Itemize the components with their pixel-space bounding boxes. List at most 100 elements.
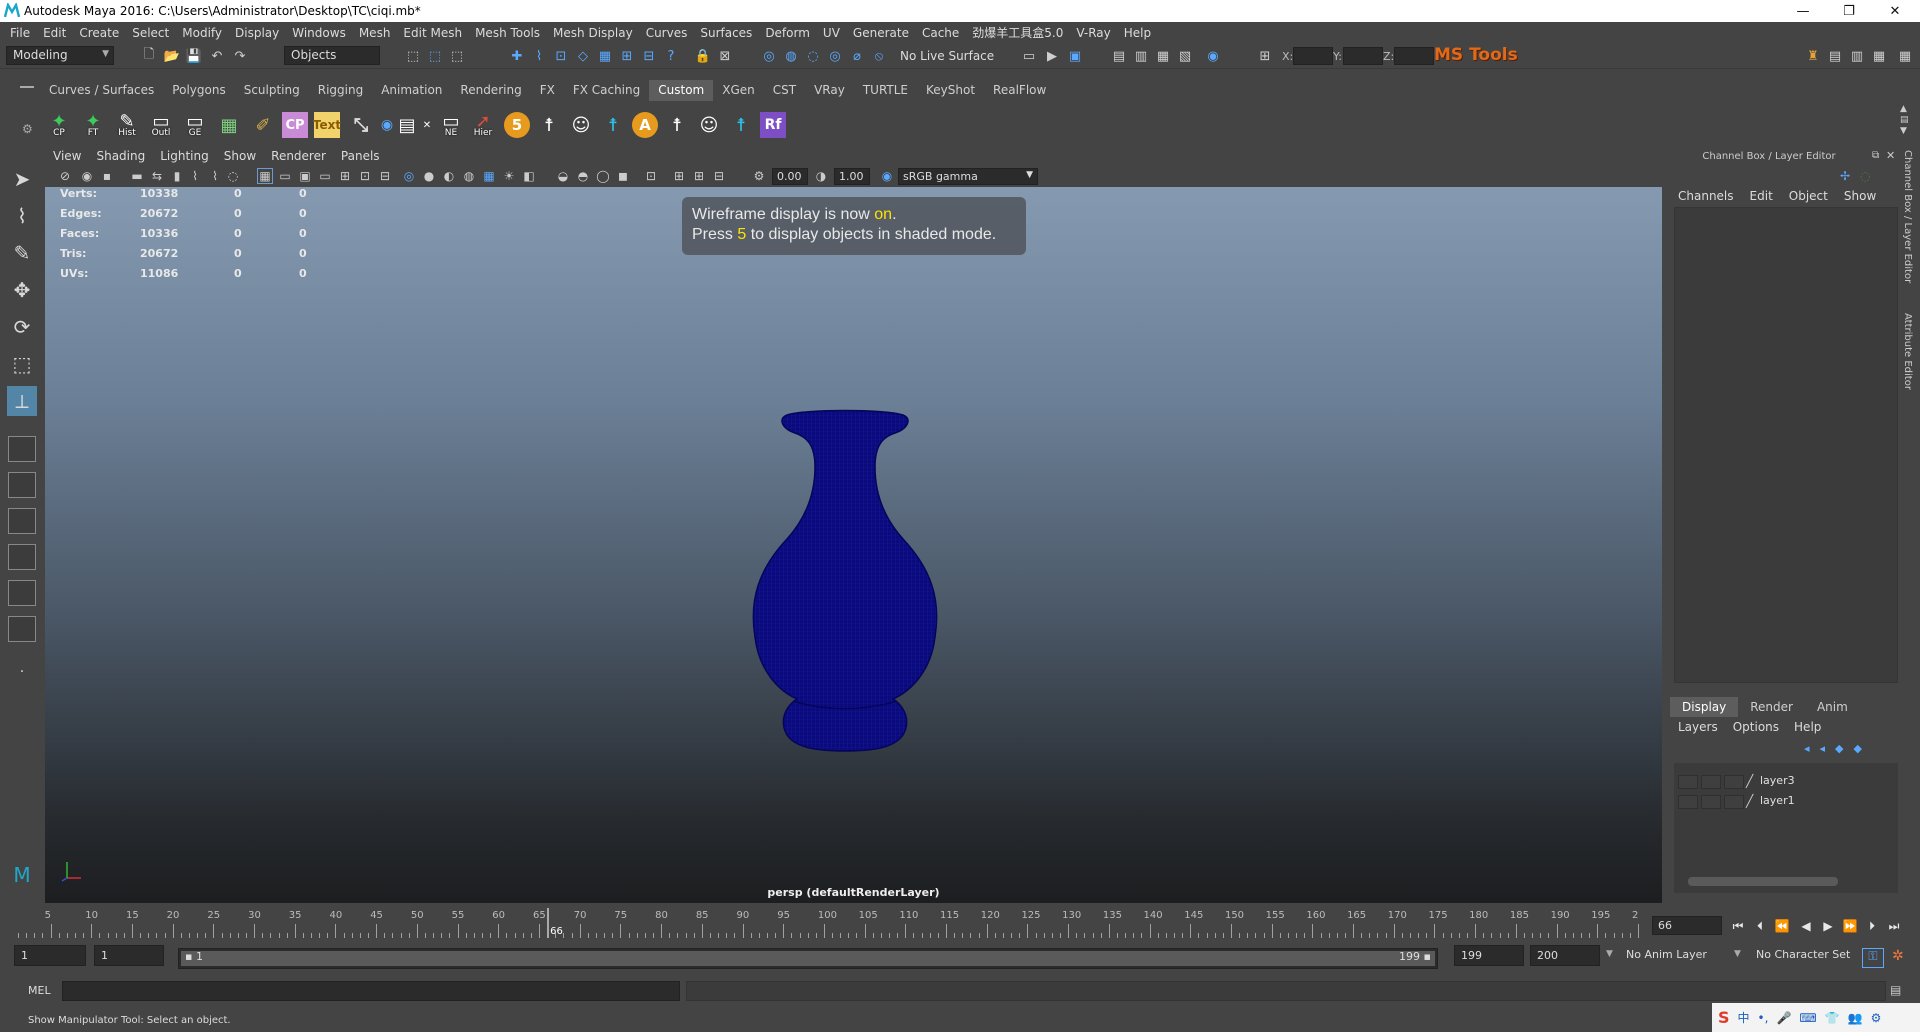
scale-tool-icon[interactable]: ⬚ [7, 349, 37, 379]
anim-layer-dropdown[interactable]: No Anim Layer [1620, 945, 1740, 966]
shelf-5-button[interactable]: 5 [502, 104, 532, 138]
layer-playback-toggle[interactable] [1701, 795, 1721, 809]
query-icon[interactable]: ? [662, 47, 680, 65]
layer-display-type-toggle[interactable] [1724, 775, 1744, 789]
shelf-outl-button[interactable]: ▭ Outl [146, 104, 176, 139]
menu-vray[interactable]: V-Ray [1076, 26, 1110, 40]
menu-generate[interactable]: Generate [853, 26, 909, 40]
selection-mode-dropdown[interactable]: Objects [284, 46, 380, 65]
camera-icon[interactable]: ▶ [1043, 47, 1061, 65]
sogou-ime-icon[interactable]: S [1718, 1008, 1730, 1027]
menu-select[interactable]: Select [132, 26, 169, 40]
menu-mesh-display[interactable]: Mesh Display [553, 26, 633, 40]
character-set-dropdown[interactable]: No Character Set [1750, 945, 1870, 966]
open-scene-icon[interactable]: 📂 [163, 47, 181, 65]
menu-curves[interactable]: Curves [646, 26, 688, 40]
playback-start-field[interactable]: 1 [94, 945, 164, 966]
ms-tools-logo[interactable]: MS Tools [1434, 45, 1518, 65]
snap-grid-icon[interactable]: ✚ [508, 47, 526, 65]
xray-active-icon[interactable]: ⊟ [711, 168, 727, 184]
y-field[interactable] [1343, 47, 1383, 65]
viewport-menu-show[interactable]: Show [224, 149, 256, 165]
layer-display-type-toggle[interactable] [1724, 795, 1744, 809]
menu-file[interactable]: File [10, 26, 30, 40]
shelf-face-button[interactable]: ☺ [566, 104, 596, 138]
colorspace-dropdown[interactable]: sRGB gamma ▼ [898, 168, 1038, 185]
xray-icon[interactable]: ⊞ [671, 168, 687, 184]
redo-icon[interactable]: ↷ [231, 47, 249, 65]
shelf-text-button[interactable]: Text [312, 104, 342, 138]
shelf-tab-animation[interactable]: Animation [372, 80, 451, 101]
shelf-settings-icon[interactable]: ⚙ [22, 122, 33, 136]
shelf-ft-button[interactable]: ✦ FT [78, 104, 108, 139]
shelf-cp2-button[interactable]: CP [280, 104, 310, 138]
shelf-tab-realflow[interactable]: RealFlow [984, 80, 1055, 101]
persp-hypershade-layout-icon[interactable] [8, 580, 36, 606]
layer-row[interactable]: ╱ layer1 [1674, 793, 1898, 811]
default-material-icon[interactable]: ◐ [441, 168, 457, 184]
close-panel-icon[interactable]: ✕ [1886, 149, 1895, 162]
perspective-viewport[interactable]: Verts: 10338 0 0 Edges: 20672 0 0 Faces: 10336 0… [45, 187, 1662, 903]
scene-end-field[interactable]: 200 [1530, 945, 1600, 966]
gate-mask-icon[interactable]: ▭ [317, 168, 333, 184]
antialias-icon[interactable]: ◯ [595, 168, 611, 184]
chevron-down-icon[interactable]: ▼ [1734, 949, 1741, 959]
film-gate-icon[interactable]: ▭ [277, 168, 293, 184]
grid-icon[interactable]: ⌇ [207, 168, 223, 184]
layer-scrollbar[interactable] [1688, 877, 1838, 886]
shelf-tab-polygons[interactable]: Polygons [163, 80, 234, 101]
show-manipulator-icon[interactable]: ⟂ [7, 386, 37, 416]
shelf-menu-icon[interactable] [20, 86, 34, 88]
snap-surface-icon[interactable]: ▦ [596, 47, 614, 65]
step-forward-frame-icon[interactable]: ⏵ [1862, 916, 1882, 936]
shelf-tab-rigging[interactable]: Rigging [309, 80, 372, 101]
modeling-toolkit-icon[interactable]: ▤ [1826, 47, 1844, 65]
snap-point-icon[interactable]: ⊡ [552, 47, 570, 65]
shelf-brush-button[interactable]: ✐ [248, 104, 278, 138]
float-panel-icon[interactable]: ⧉ [1872, 150, 1879, 161]
make-live-icon[interactable]: ⦸ [870, 47, 888, 65]
menu-modify[interactable]: Modify [182, 26, 222, 40]
layer-visibility-toggle[interactable] [1678, 795, 1698, 809]
move-tool-icon[interactable]: ✥ [7, 275, 37, 305]
construct-history-icon[interactable]: ◍ [782, 47, 800, 65]
shelf-tab-turtle[interactable]: TURTLE [854, 80, 917, 101]
transform-mode-icon[interactable]: ⊞ [1256, 47, 1274, 65]
range-slider[interactable]: ▪ 1 199 ▪ [178, 948, 1438, 969]
screen-space-ao-icon[interactable]: ◒ [555, 168, 571, 184]
grease-pencil-icon[interactable]: ⌇ [187, 168, 203, 184]
smooth-shade-icon[interactable]: ● [421, 168, 437, 184]
shelf-tpose2-button[interactable]: ☨ [726, 104, 756, 138]
playback-end-field[interactable]: 199 [1454, 945, 1524, 966]
soft-select-icon[interactable]: ◎ [826, 47, 844, 65]
channel-box-icon[interactable]: ▦ [1896, 47, 1914, 65]
shadows-icon[interactable]: ◧ [521, 168, 537, 184]
ipr-render-icon[interactable]: ▥ [1132, 47, 1150, 65]
play-forwards-icon[interactable]: ▶ [1818, 916, 1838, 936]
persp-outliner-layout-icon[interactable] [8, 508, 36, 534]
isolate-select-icon[interactable]: ⊡ [643, 168, 659, 184]
shelf-tab-xgen[interactable]: XGen [713, 80, 764, 101]
menu-create[interactable]: Create [79, 26, 119, 40]
reflection-icon[interactable]: ⌀ [848, 47, 866, 65]
motion-blur-icon[interactable]: ◓ [575, 168, 591, 184]
menu-edit-mesh[interactable]: Edit Mesh [403, 26, 462, 40]
menu-uv[interactable]: UV [823, 26, 840, 40]
snap-live-icon[interactable]: ⊞ [618, 47, 636, 65]
select-object-icon[interactable]: ⬚ [426, 47, 444, 65]
shelf-biped2-button[interactable]: ☨ [662, 104, 692, 138]
viewport-menu-renderer[interactable]: Renderer [271, 149, 326, 165]
step-forward-key-icon[interactable]: ⏩ [1840, 916, 1860, 936]
hypershade-icon[interactable]: ▧ [1176, 47, 1194, 65]
shelf-tab-vray[interactable]: VRay [805, 80, 854, 101]
menu-surfaces[interactable]: Surfaces [700, 26, 752, 40]
exposure-field[interactable]: 0.00 [772, 168, 808, 185]
ime-chinese-mode-icon[interactable]: 中 [1738, 1009, 1750, 1026]
layer-arrows-icon[interactable]: ◂◂◆◆ [1804, 742, 1872, 755]
menu-mesh[interactable]: Mesh [359, 26, 391, 40]
range-handle[interactable]: ▪ 1 199 ▪ [181, 950, 1435, 966]
snap-view-plane-icon[interactable]: ◇ [574, 47, 592, 65]
tab-attribute-editor-vertical[interactable]: Attribute Editor [1902, 313, 1913, 390]
isolate-icon[interactable]: ◌ [225, 168, 241, 184]
layer-row[interactable]: ╱ layer3 [1674, 773, 1898, 791]
